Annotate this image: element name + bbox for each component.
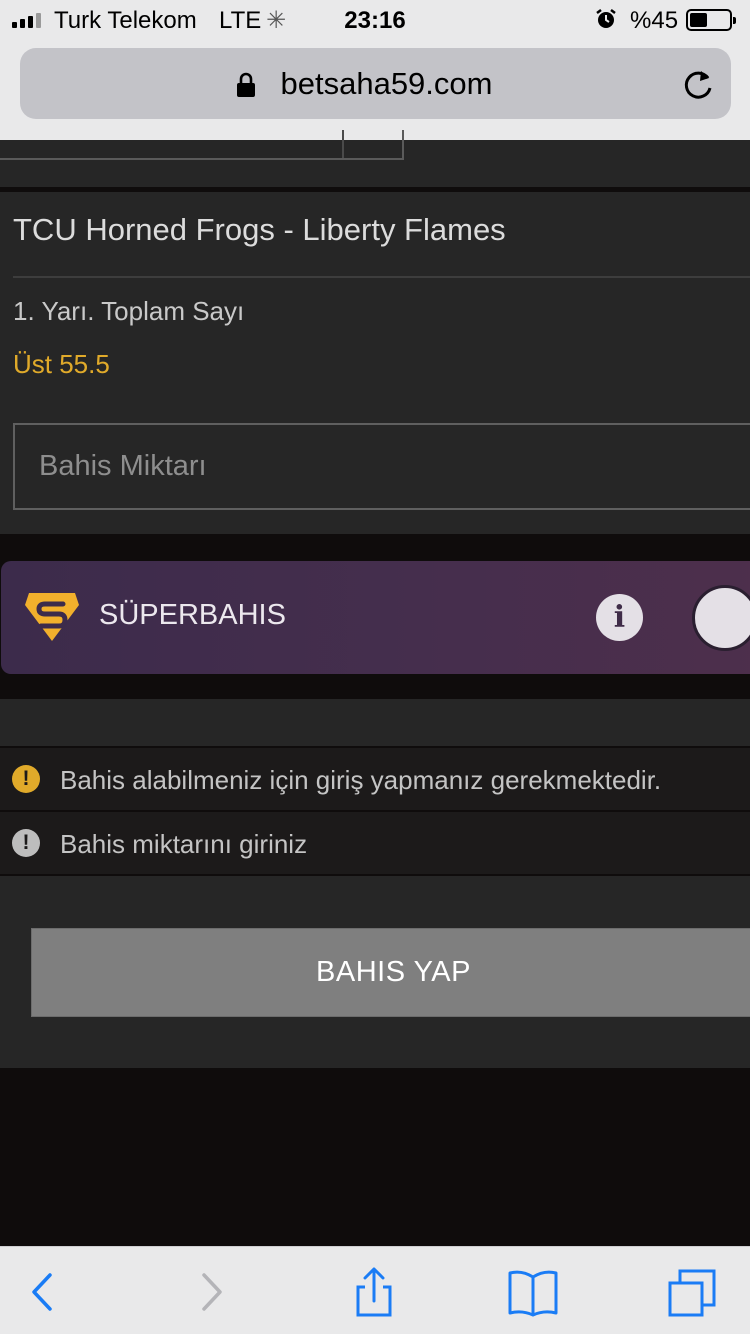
previous-box [0, 130, 404, 160]
back-icon[interactable] [16, 1265, 70, 1319]
message-text: Bahis alabilmeniz için giriş yapmanız ge… [60, 765, 662, 795]
bet-slip-card: TCU Horned Frogs - Liberty Flames 1. Yar… [0, 192, 750, 534]
warning-icon: ! [12, 765, 40, 793]
status-bar: Turk Telekom LTE ✳ 23:16 %45 [0, 0, 750, 40]
previous-section-strip [0, 130, 750, 187]
match-title: TCU Horned Frogs - Liberty Flames [13, 212, 506, 247]
enter-stake-message: ! Bahis miktarını giriniz [0, 812, 750, 874]
battery-fill [690, 13, 707, 27]
action-area: BAHIS YAP [0, 876, 750, 1068]
bookmarks-icon[interactable] [506, 1265, 560, 1319]
info-alert-icon: ! [12, 829, 40, 857]
page-content: TCU Horned Frogs - Liberty Flames 1. Yar… [0, 130, 750, 1246]
browser-toolbar [0, 1246, 750, 1334]
superbahis-banner: SÜPERBAHIS i [1, 561, 750, 674]
section-spacer [0, 699, 750, 746]
selection-odds: Üst 55.5 [13, 349, 110, 379]
tabs-icon[interactable] [666, 1265, 720, 1319]
message-text: Bahis miktarını giriniz [60, 829, 308, 859]
browser-address-area: betsaha59.com [0, 40, 750, 140]
login-required-message: ! Bahis alabilmeniz için giriş yapmanız … [0, 748, 750, 810]
alarm-clock-icon [596, 9, 616, 28]
divider [13, 276, 750, 278]
forward-icon[interactable] [184, 1265, 238, 1319]
share-icon[interactable] [347, 1265, 401, 1319]
superbahis-toggle[interactable] [692, 585, 750, 651]
battery-icon [686, 9, 736, 31]
stake-amount-input[interactable] [13, 423, 750, 510]
info-icon[interactable]: i [596, 594, 643, 641]
superbahis-logo-icon [25, 593, 79, 641]
reload-icon[interactable] [681, 68, 715, 102]
place-bet-button[interactable]: BAHIS YAP [31, 928, 750, 1017]
url-text[interactable]: betsaha59.com [20, 66, 731, 102]
superbahis-label: SÜPERBAHIS [99, 599, 286, 631]
address-bar[interactable]: betsaha59.com [20, 48, 731, 119]
market-name: 1. Yarı. Toplam Sayı [13, 296, 245, 326]
battery-percentage: %45 [630, 7, 679, 34]
